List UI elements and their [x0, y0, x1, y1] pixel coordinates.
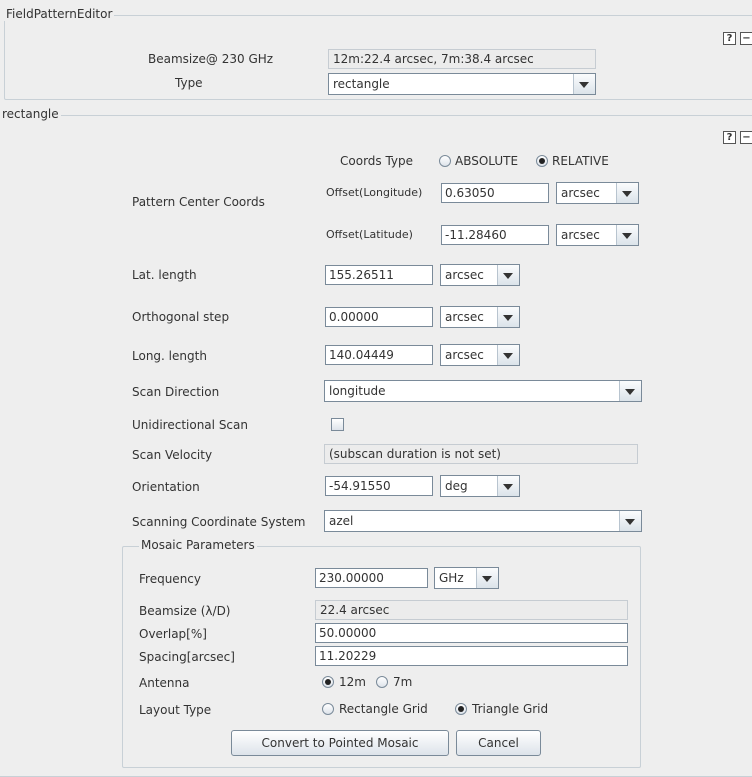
radio-triangle-grid[interactable] — [455, 703, 467, 715]
frequency-unit-value: GHz — [439, 571, 464, 585]
spacing-input[interactable]: 11.20229 — [315, 646, 628, 666]
radio-relative[interactable] — [536, 155, 548, 167]
frequency-input[interactable]: 230.00000 — [315, 568, 428, 588]
chevron-down-icon — [497, 265, 519, 285]
type-select-value: rectangle — [333, 77, 390, 91]
frequency-label: Frequency — [139, 572, 201, 586]
convert-to-pointed-mosaic-button[interactable]: Convert to Pointed Mosaic — [231, 730, 449, 756]
frequency-unit-select[interactable]: GHz — [434, 567, 499, 589]
beamsize-value: 12m:22.4 arcsec, 7m:38.4 arcsec — [328, 49, 596, 69]
long-length-label: Long. length — [132, 349, 207, 363]
help-button[interactable]: ? — [723, 32, 736, 45]
orth-step-unit-value: arcsec — [445, 310, 484, 324]
chevron-down-icon — [497, 345, 519, 365]
radio-12m-label: 12m — [339, 675, 366, 689]
scan-velocity-value: (subscan duration is not set) — [324, 444, 638, 464]
long-length-unit-select[interactable]: arcsec — [440, 344, 520, 366]
radio-12m[interactable] — [322, 676, 334, 688]
unidirectional-checkbox[interactable] — [331, 418, 344, 431]
offset-lon-input[interactable]: 0.63050 — [441, 183, 549, 203]
chevron-down-icon — [619, 381, 641, 401]
field-pattern-editor-title: FieldPatternEditor — [4, 7, 115, 21]
lat-length-label: Lat. length — [132, 268, 197, 282]
chevron-down-icon — [616, 183, 638, 203]
offset-lon-unit-select[interactable]: arcsec — [556, 182, 639, 204]
scan-direction-value: longitude — [329, 384, 386, 398]
long-length-input[interactable]: 140.04449 — [325, 345, 433, 365]
scan-velocity-label: Scan Velocity — [132, 448, 213, 462]
orth-step-input[interactable]: 0.00000 — [325, 307, 433, 327]
chevron-down-icon — [616, 225, 638, 245]
mosaic-beamsize-label: Beamsize (λ/D) — [139, 604, 231, 618]
chevron-down-icon — [619, 511, 641, 531]
collapse-button[interactable]: − — [740, 32, 752, 45]
overlap-label: Overlap[%] — [139, 627, 207, 641]
antenna-label: Antenna — [139, 676, 190, 690]
mosaic-beamsize-value: 22.4 arcsec — [315, 600, 628, 620]
layout-type-label: Layout Type — [139, 703, 212, 717]
lat-length-unit-select[interactable]: arcsec — [440, 264, 520, 286]
offset-lat-label: Offset(Latitude) — [326, 228, 413, 241]
offset-lon-label: Offset(Longitude) — [326, 186, 423, 199]
radio-7m[interactable] — [376, 676, 388, 688]
beamsize-label: Beamsize@ 230 GHz — [148, 52, 274, 66]
lat-length-input[interactable]: 155.26511 — [325, 265, 433, 285]
radio-rectangle-grid-label: Rectangle Grid — [339, 702, 428, 716]
rectangle-panel-title: rectangle — [0, 107, 61, 121]
radio-absolute[interactable] — [439, 155, 451, 167]
chevron-down-icon — [497, 307, 519, 327]
scan-coord-value: azel — [329, 514, 354, 528]
chevron-down-icon — [497, 476, 519, 496]
chevron-down-icon — [476, 568, 498, 588]
coords-type-label: Coords Type — [340, 154, 414, 168]
orth-step-label: Orthogonal step — [132, 310, 230, 324]
long-length-unit-value: arcsec — [445, 348, 484, 362]
offset-lat-unit-value: arcsec — [561, 228, 600, 242]
scan-coord-select[interactable]: azel — [324, 510, 642, 532]
unidirectional-label: Unidirectional Scan — [132, 418, 248, 432]
offset-lat-input[interactable]: -11.28460 — [441, 225, 549, 245]
radio-rectangle-grid[interactable] — [322, 703, 334, 715]
orth-step-unit-select[interactable]: arcsec — [440, 306, 520, 328]
collapse-button-rect[interactable]: − — [740, 131, 752, 144]
radio-relative-label: RELATIVE — [552, 154, 609, 168]
offset-lat-unit-select[interactable]: arcsec — [556, 224, 639, 246]
overlap-input[interactable]: 50.00000 — [315, 623, 628, 643]
lat-length-unit-value: arcsec — [445, 268, 484, 282]
radio-triangle-grid-label: Triangle Grid — [472, 702, 549, 716]
radio-absolute-label: ABSOLUTE — [455, 154, 519, 168]
type-select[interactable]: rectangle — [328, 73, 596, 95]
chevron-down-icon — [573, 74, 595, 94]
radio-7m-label: 7m — [393, 675, 413, 689]
orientation-unit-value: deg — [445, 479, 468, 493]
cancel-button[interactable]: Cancel — [456, 730, 541, 756]
spacing-label: Spacing[arcsec] — [139, 650, 235, 664]
scan-direction-select[interactable]: longitude — [324, 380, 642, 402]
orientation-input[interactable]: -54.91550 — [325, 476, 433, 496]
pattern-center-label: Pattern Center Coords — [132, 195, 265, 209]
offset-lon-unit-value: arcsec — [561, 186, 600, 200]
mosaic-panel-title: Mosaic Parameters — [139, 538, 257, 552]
help-button-rect[interactable]: ? — [723, 131, 736, 144]
scan-direction-label: Scan Direction — [132, 385, 220, 399]
type-label: Type — [175, 76, 203, 90]
orientation-unit-select[interactable]: deg — [440, 475, 520, 497]
orientation-label: Orientation — [132, 480, 200, 494]
scan-coord-label: Scanning Coordinate System — [132, 515, 306, 529]
